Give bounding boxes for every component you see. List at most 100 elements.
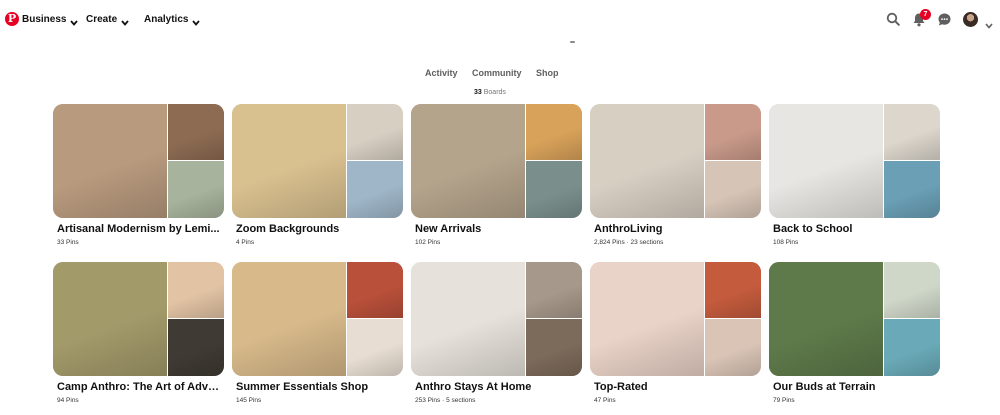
board-cover[interactable]	[53, 104, 224, 218]
nav-create-label: Create	[86, 14, 118, 25]
pinterest-logo-icon[interactable]: P	[5, 12, 19, 26]
board-cover[interactable]	[232, 262, 403, 376]
board-pin-count: 102 Pins	[415, 239, 441, 246]
cover-divider	[526, 318, 582, 319]
board-title[interactable]: Top-Rated	[594, 381, 760, 393]
cover-divider	[167, 262, 168, 376]
board-title[interactable]: Artisanal Modernism by Lemi...	[57, 223, 223, 235]
board-cover-side-image-top	[884, 104, 940, 160]
board-card[interactable]: Back to School 108 Pins	[769, 104, 940, 246]
board-cover-side-image-bottom	[884, 161, 940, 218]
board-cover-main-image	[411, 262, 525, 376]
board-title[interactable]: Back to School	[773, 223, 939, 235]
tab-shop[interactable]: Shop	[536, 68, 559, 78]
board-pin-count: 108 Pins	[773, 239, 799, 246]
board-cover-side-image-top	[347, 104, 403, 160]
tab-activity[interactable]: Activity	[425, 68, 458, 78]
board-title[interactable]: AnthroLiving	[594, 223, 760, 235]
board-cover-main-image	[590, 262, 704, 376]
board-cover[interactable]	[590, 262, 761, 376]
board-pin-count: 47 Pins	[594, 397, 616, 404]
boards-count: 33 Boards	[474, 89, 506, 96]
cover-divider	[525, 262, 526, 376]
board-title[interactable]: Zoom Backgrounds	[236, 223, 402, 235]
board-cover-main-image	[769, 104, 883, 218]
board-card[interactable]: Anthro Stays At Home 253 Pins · 5 section…	[411, 262, 582, 404]
board-pin-count: 94 Pins	[57, 397, 79, 404]
notification-count-badge: 7	[920, 9, 931, 20]
board-pin-count: 253 Pins · 5 sections	[415, 397, 476, 404]
board-card[interactable]: Top-Rated 47 Pins	[590, 262, 761, 404]
board-cover-side-image-top	[705, 104, 761, 160]
cover-divider	[526, 160, 582, 161]
cover-divider	[704, 262, 705, 376]
cover-divider	[346, 262, 347, 376]
cover-divider	[347, 318, 403, 319]
board-card[interactable]: Our Buds at Terrain 79 Pins	[769, 262, 940, 404]
board-cover[interactable]	[411, 262, 582, 376]
board-card[interactable]: Artisanal Modernism by Lemi... 33 Pins	[53, 104, 224, 246]
board-title[interactable]: Anthro Stays At Home	[415, 381, 581, 393]
board-card[interactable]: AnthroLiving 2,824 Pins · 23 sections	[590, 104, 761, 246]
boards-count-number: 33	[474, 89, 482, 96]
nav-analytics-label: Analytics	[144, 14, 189, 25]
board-pin-count: 145 Pins	[236, 397, 262, 404]
cover-divider	[884, 160, 940, 161]
board-card[interactable]: Camp Anthro: The Art of Adve... 94 Pins	[53, 262, 224, 404]
board-cover-side-image-bottom	[705, 319, 761, 376]
board-cover-side-image-top	[526, 104, 582, 160]
boards-count-label: Boards	[483, 89, 506, 96]
board-cover[interactable]	[769, 262, 940, 376]
board-card[interactable]: Zoom Backgrounds 4 Pins	[232, 104, 403, 246]
board-title[interactable]: Summer Essentials Shop	[236, 381, 402, 393]
board-card[interactable]: New Arrivals 102 Pins	[411, 104, 582, 246]
board-title[interactable]: New Arrivals	[415, 223, 581, 235]
board-pin-count: 33 Pins	[57, 239, 79, 246]
board-pin-count: 2,824 Pins · 23 sections	[594, 239, 664, 246]
board-cover[interactable]	[411, 104, 582, 218]
board-cover-side-image-bottom	[526, 161, 582, 218]
cover-divider	[168, 318, 224, 319]
board-cover[interactable]	[769, 104, 940, 218]
board-title[interactable]: Our Buds at Terrain	[773, 381, 939, 393]
nav-analytics-menu[interactable]: Analytics	[144, 14, 201, 26]
board-cover-side-image-bottom	[884, 319, 940, 376]
board-cover-main-image	[232, 262, 346, 376]
board-cover-side-image-top	[168, 262, 224, 318]
cover-divider	[168, 160, 224, 161]
board-cover-side-image-bottom	[347, 161, 403, 218]
search-icon[interactable]	[886, 12, 904, 30]
cover-divider	[883, 104, 884, 218]
board-cover[interactable]	[53, 262, 224, 376]
account-chevron-down-icon[interactable]	[985, 16, 993, 34]
board-title[interactable]: Camp Anthro: The Art of Adve...	[57, 381, 223, 393]
board-cover-side-image-bottom	[168, 319, 224, 376]
cover-divider	[167, 104, 168, 218]
cover-divider	[704, 104, 705, 218]
messages-icon[interactable]	[937, 12, 955, 30]
board-cover-side-image-top	[884, 262, 940, 318]
board-cover[interactable]	[590, 104, 761, 218]
board-cover-side-image-top	[705, 262, 761, 318]
board-card[interactable]: Summer Essentials Shop 145 Pins	[232, 262, 403, 404]
cover-divider	[884, 318, 940, 319]
board-cover-main-image	[53, 262, 167, 376]
top-navigation: P Business Create Analytics 7	[0, 0, 1000, 40]
cover-divider	[525, 104, 526, 218]
cover-divider	[347, 160, 403, 161]
nav-business-menu[interactable]: Business	[22, 14, 79, 26]
user-avatar[interactable]	[963, 12, 978, 27]
board-cover-side-image-bottom	[347, 319, 403, 376]
board-cover[interactable]	[232, 104, 403, 218]
notifications-bell-icon[interactable]: 7	[912, 9, 931, 30]
board-cover-side-image-top	[168, 104, 224, 160]
profile-collapse-indicator	[570, 41, 575, 43]
cover-divider	[705, 318, 761, 319]
board-cover-side-image-top	[347, 262, 403, 318]
board-cover-side-image-top	[526, 262, 582, 318]
board-cover-side-image-bottom	[168, 161, 224, 218]
board-cover-main-image	[53, 104, 167, 218]
board-cover-main-image	[590, 104, 704, 218]
tab-community[interactable]: Community	[472, 68, 522, 78]
nav-create-menu[interactable]: Create	[86, 14, 129, 26]
